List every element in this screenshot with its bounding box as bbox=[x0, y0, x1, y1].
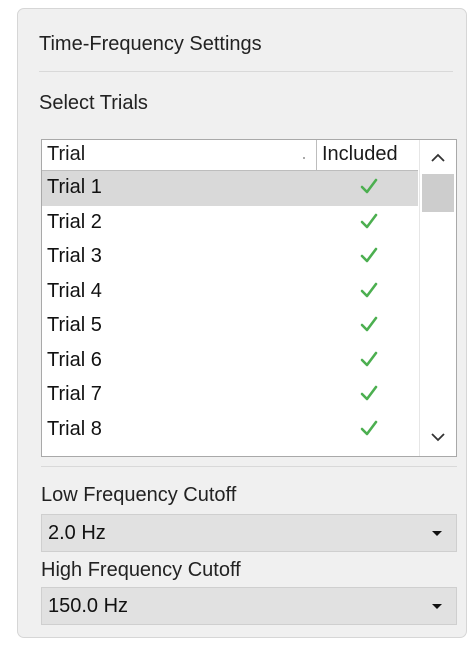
column-divider[interactable] bbox=[316, 140, 317, 170]
vertical-scrollbar[interactable] bbox=[419, 140, 456, 456]
included-checkmark-icon[interactable] bbox=[359, 245, 379, 265]
sort-indicator-icon bbox=[303, 157, 305, 159]
table-header: Trial Included bbox=[42, 140, 418, 171]
table-row[interactable]: Trial 5 bbox=[42, 309, 418, 344]
trial-name-cell: Trial 6 bbox=[47, 348, 102, 371]
included-checkmark-icon[interactable] bbox=[359, 314, 379, 334]
section-divider bbox=[41, 466, 457, 467]
trial-name-cell: Trial 3 bbox=[47, 245, 102, 267]
title-divider bbox=[39, 71, 453, 72]
included-checkmark-icon[interactable] bbox=[359, 349, 379, 369]
column-header-included[interactable]: Included bbox=[322, 143, 418, 166]
dropdown-arrow-icon bbox=[432, 531, 442, 536]
table-body: Trial 1 Trial 2 Trial 3 Trial 4 Trial 5 Trial… bbox=[42, 171, 418, 447]
low-frequency-cutoff-value: 2.0 Hz bbox=[48, 522, 106, 544]
panel-title: Time-Frequency Settings bbox=[39, 33, 262, 55]
trial-name-cell: Trial 4 bbox=[47, 279, 102, 302]
high-frequency-cutoff-value: 150.0 Hz bbox=[48, 595, 129, 617]
included-checkmark-icon[interactable] bbox=[359, 211, 379, 231]
scroll-down-icon[interactable] bbox=[429, 430, 447, 444]
dropdown-arrow-icon bbox=[432, 604, 442, 609]
trial-name-cell: Trial 8 bbox=[47, 417, 102, 440]
table-row[interactable]: Trial 1 bbox=[42, 171, 418, 206]
included-checkmark-icon[interactable] bbox=[359, 176, 379, 196]
high-frequency-cutoff-label: High Frequency Cutoff bbox=[41, 559, 241, 581]
scroll-up-icon[interactable] bbox=[429, 151, 447, 165]
table-row[interactable]: Trial 6 bbox=[42, 344, 418, 379]
column-header-trial[interactable]: Trial bbox=[47, 143, 307, 166]
trial-name-cell: Trial 5 bbox=[47, 314, 102, 336]
low-frequency-cutoff-dropdown[interactable]: 2.0 Hz bbox=[41, 514, 457, 552]
table-row[interactable]: Trial 7 bbox=[42, 378, 418, 413]
table-row[interactable]: Trial 8 bbox=[42, 413, 418, 448]
time-frequency-settings-panel: Time-Frequency Settings Select Trials Tr… bbox=[17, 8, 467, 638]
table-row[interactable]: Trial 3 bbox=[42, 240, 418, 275]
trial-name-cell: Trial 7 bbox=[47, 383, 102, 405]
included-checkmark-icon[interactable] bbox=[359, 383, 379, 403]
trial-name-cell: Trial 2 bbox=[47, 210, 102, 233]
select-trials-label: Select Trials bbox=[39, 92, 148, 114]
high-frequency-cutoff-dropdown[interactable]: 150.0 Hz bbox=[41, 587, 457, 625]
included-checkmark-icon[interactable] bbox=[359, 280, 379, 300]
trials-table: Trial Included Trial 1 Trial 2 Trial 3 Tria… bbox=[41, 139, 457, 457]
table-row[interactable]: Trial 4 bbox=[42, 275, 418, 310]
trial-name-cell: Trial 1 bbox=[47, 176, 102, 198]
low-frequency-cutoff-label: Low Frequency Cutoff bbox=[41, 484, 237, 506]
table-row[interactable]: Trial 2 bbox=[42, 206, 418, 241]
included-checkmark-icon[interactable] bbox=[359, 418, 379, 438]
scrollbar-thumb[interactable] bbox=[422, 174, 454, 212]
